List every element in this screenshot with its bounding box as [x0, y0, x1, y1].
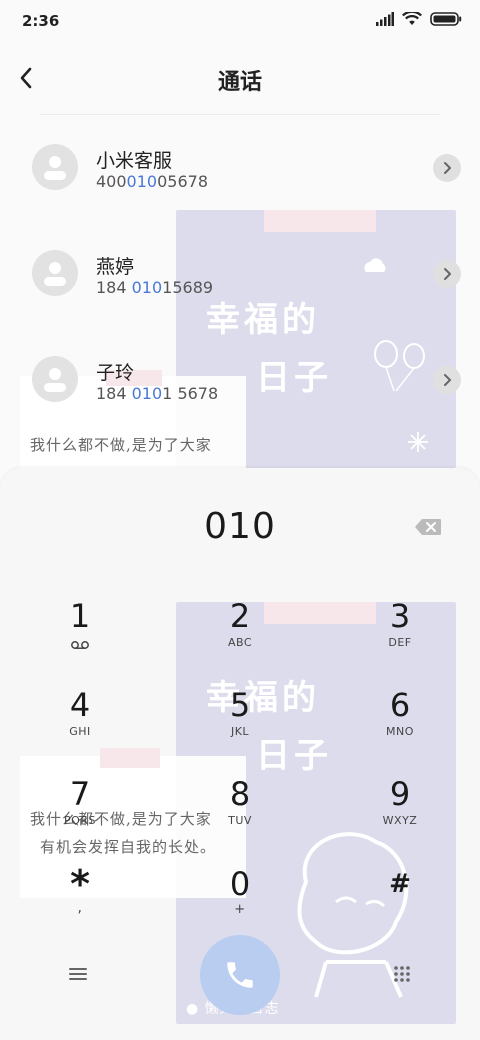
dial-number-display[interactable]: 010 [0, 506, 480, 547]
battery-icon [430, 12, 462, 26]
contact-name: 子玲 [96, 362, 135, 384]
key-3[interactable]: 3 DEF [340, 596, 460, 676]
key-9[interactable]: 9 WXYZ [340, 774, 460, 854]
contact-row[interactable]: 小米客服 40001005678 [0, 120, 480, 210]
key-7[interactable]: 7 PQRS [20, 774, 140, 854]
key-digit: * [70, 862, 90, 906]
key-letters: + [234, 902, 246, 917]
key-letters: TUV [228, 814, 252, 827]
keypad-toggle-button[interactable] [386, 958, 418, 990]
avatar [32, 356, 78, 402]
chevron-right-icon [444, 268, 451, 280]
key-letters: , [77, 900, 83, 916]
phone-icon [227, 962, 253, 988]
key-digit: 9 [389, 775, 411, 813]
key-letters: ABC [227, 636, 253, 649]
avatar [32, 144, 78, 190]
key-digit: 1 [69, 597, 91, 635]
signal-icon [376, 12, 394, 26]
key-5[interactable]: 5 JKL [180, 685, 300, 765]
dialer-panel: 幸福的 日子 我什么都不做,是为了大家 有机会发挥自我的长处。 ● 懒人的日志 … [0, 468, 480, 1040]
page-title: 通话 [217, 70, 262, 95]
key-0[interactable]: 0 + [180, 864, 300, 944]
contact-name: 小米客服 [96, 150, 173, 172]
key-6[interactable]: 6 MNO [340, 685, 460, 765]
sparkle-icon [408, 432, 428, 452]
key-8[interactable]: 8 TUV [180, 774, 300, 854]
key-letters: WXYZ [382, 814, 418, 827]
menu-button[interactable] [62, 958, 94, 990]
key-4[interactable]: 4 GHI [20, 685, 140, 765]
person-icon [44, 156, 66, 180]
contact-detail-button[interactable] [433, 366, 461, 394]
chevron-right-icon [444, 162, 451, 174]
key-digit: 5 [229, 686, 251, 724]
key-digit: 6 [389, 686, 411, 724]
key-letters: DEF [388, 636, 412, 649]
contact-detail-button[interactable] [433, 260, 461, 288]
key-digit: 3 [389, 597, 411, 635]
key-digit: 7 [69, 775, 91, 813]
key-digit: 4 [69, 686, 91, 724]
key-digit: 2 [229, 597, 251, 635]
status-bar: 2:36 [0, 0, 480, 44]
key-digit: # [389, 869, 411, 899]
contact-name: 燕婷 [96, 256, 135, 278]
person-icon [44, 368, 66, 392]
backspace-icon [415, 519, 441, 535]
key-1[interactable]: 1 [20, 596, 140, 676]
wifi-icon [402, 12, 422, 25]
status-time: 2:36 [22, 12, 60, 30]
contact-row[interactable]: 燕婷 184 01015689 [0, 226, 480, 316]
contact-detail-button[interactable] [433, 154, 461, 182]
contact-number: 184 0101 5678 [96, 384, 219, 403]
backspace-button[interactable] [414, 518, 442, 536]
key-letters: GHI [69, 725, 91, 738]
key-hash[interactable]: # [340, 864, 460, 944]
contact-row[interactable]: 子玲 184 0101 5678 [0, 332, 480, 422]
chevron-right-icon [444, 374, 451, 386]
contact-number: 184 01015689 [96, 278, 214, 297]
person-icon [44, 262, 66, 286]
key-letters: PQRS [64, 814, 96, 827]
voicemail-icon [71, 641, 89, 649]
key-letters: MNO [386, 725, 414, 738]
call-button[interactable] [200, 935, 280, 1015]
key-star[interactable]: * , [20, 864, 140, 944]
status-icons [376, 12, 462, 26]
menu-icon [69, 968, 87, 980]
nav-bar: 通话 [0, 52, 480, 108]
contact-number: 40001005678 [96, 172, 208, 191]
avatar [32, 250, 78, 296]
wallpaper-note-line-1: 我什么都不做,是为了大家 [30, 436, 212, 454]
key-digit: 8 [229, 775, 251, 813]
key-letters: JKL [230, 725, 250, 738]
key-digit: 0 [229, 865, 251, 903]
key-2[interactable]: 2 ABC [180, 596, 300, 676]
header-divider [40, 114, 440, 115]
keypad-grid-icon [394, 966, 410, 982]
